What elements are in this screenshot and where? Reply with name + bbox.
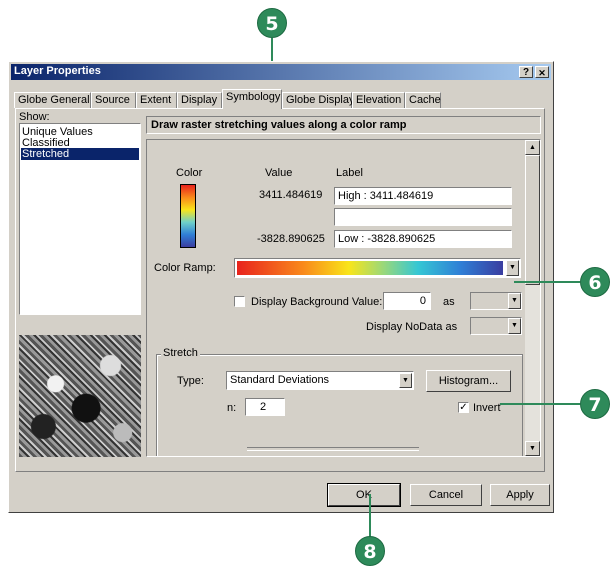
display-nodata-label: Display NoData as [366,321,458,333]
n-value: 2 [260,401,267,413]
tab-extent[interactable]: Extent [136,92,177,108]
tab-symbology[interactable]: Symbology [222,89,282,109]
symbology-panel: Show: Unique Values Classified Stretched… [15,108,545,472]
histogram-button[interactable]: Histogram... [426,370,511,392]
scroll-down-icon[interactable]: ▼ [525,441,540,456]
callout-6-line [514,281,580,283]
show-label: Show: [19,111,50,123]
apply-button[interactable]: Apply [490,484,550,506]
high-label-field[interactable]: High : 3411.484619 [334,187,512,205]
tab-source[interactable]: Source [91,92,136,108]
layer-properties-dialog: Layer Properties ? ✕ Globe General Sourc… [8,61,554,513]
ok-button[interactable]: OK [327,483,401,507]
show-item-stretched[interactable]: Stretched [21,148,139,160]
lower-divider [247,447,419,451]
color-ramp-select[interactable]: ▼ [234,258,521,278]
background-color-dropdown-icon[interactable]: ▼ [508,293,521,309]
callout-7: 7 [580,389,610,419]
invert-checkbox[interactable]: ✓ [458,402,469,413]
stretch-type-dropdown-icon[interactable]: ▼ [399,373,412,388]
title-bar[interactable]: Layer Properties ? ✕ [11,64,551,80]
mid-label-field[interactable] [334,208,512,226]
description-text: Draw raster stretching values along a co… [151,119,407,131]
color-ramp-gradient [237,261,503,275]
display-background-checkbox[interactable] [234,296,245,307]
scroll-thumb[interactable] [525,155,540,285]
background-color-select[interactable]: ▼ [470,292,522,310]
low-label-field[interactable]: Low : -3828.890625 [334,230,512,248]
n-label: n: [227,402,237,414]
as-label: as [443,296,455,308]
vertical-scrollbar[interactable]: ▲ ▼ [525,140,540,456]
callout-8-line [369,494,371,538]
show-list[interactable]: Unique Values Classified Stretched [19,123,141,315]
close-button[interactable]: ✕ [535,66,549,78]
display-background-label: Display Background Value: [251,296,383,308]
tab-display[interactable]: Display [177,92,222,108]
label-header: Label [336,167,363,179]
value-header: Value [265,167,293,179]
content-area: Color Value Label 3411.484619 High : 341… [146,139,541,457]
stretch-type-label: Type: [177,375,204,387]
stretch-group-label: Stretch [161,347,200,359]
tab-globe-general[interactable]: Globe General [14,92,91,108]
color-header: Color [176,167,203,179]
background-value-input[interactable]: 0 [383,292,431,310]
cancel-button[interactable]: Cancel [410,484,482,506]
scroll-up-icon[interactable]: ▲ [525,140,540,155]
callout-7-line [500,403,580,405]
stretch-type-value: Standard Deviations [230,374,330,386]
color-ramp-label: Color Ramp: [154,262,216,274]
description-bar: Draw raster stretching values along a co… [146,116,541,134]
tab-elevation[interactable]: Elevation [352,92,405,108]
background-value-text: 0 [419,295,426,307]
callout-5: 5 [257,8,287,38]
tab-cache[interactable]: Cache [405,92,441,108]
help-button[interactable]: ? [519,66,533,78]
nodata-color-select[interactable]: ▼ [470,317,522,335]
dialog-title: Layer Properties [14,65,101,77]
tab-globe-display[interactable]: Globe Display [282,92,354,108]
show-item-stretched-label: Stretched [22,148,70,160]
low-value: -3828.890625 [257,233,325,245]
high-label-text: High : 3411.484619 [338,190,434,202]
nodata-color-dropdown-icon[interactable]: ▼ [508,318,521,334]
invert-label: Invert [473,402,501,414]
color-ramp-dropdown-icon[interactable]: ▼ [506,260,519,276]
callout-6: 6 [580,267,610,297]
color-swatch[interactable] [180,184,196,248]
raster-preview-image [19,335,141,457]
low-label-text: Low : -3828.890625 [338,233,436,245]
n-input[interactable]: 2 [245,398,285,416]
high-value: 3411.484619 [259,189,323,201]
stretch-type-select[interactable]: Standard Deviations ▼ [226,371,414,390]
callout-8: 8 [355,536,385,566]
